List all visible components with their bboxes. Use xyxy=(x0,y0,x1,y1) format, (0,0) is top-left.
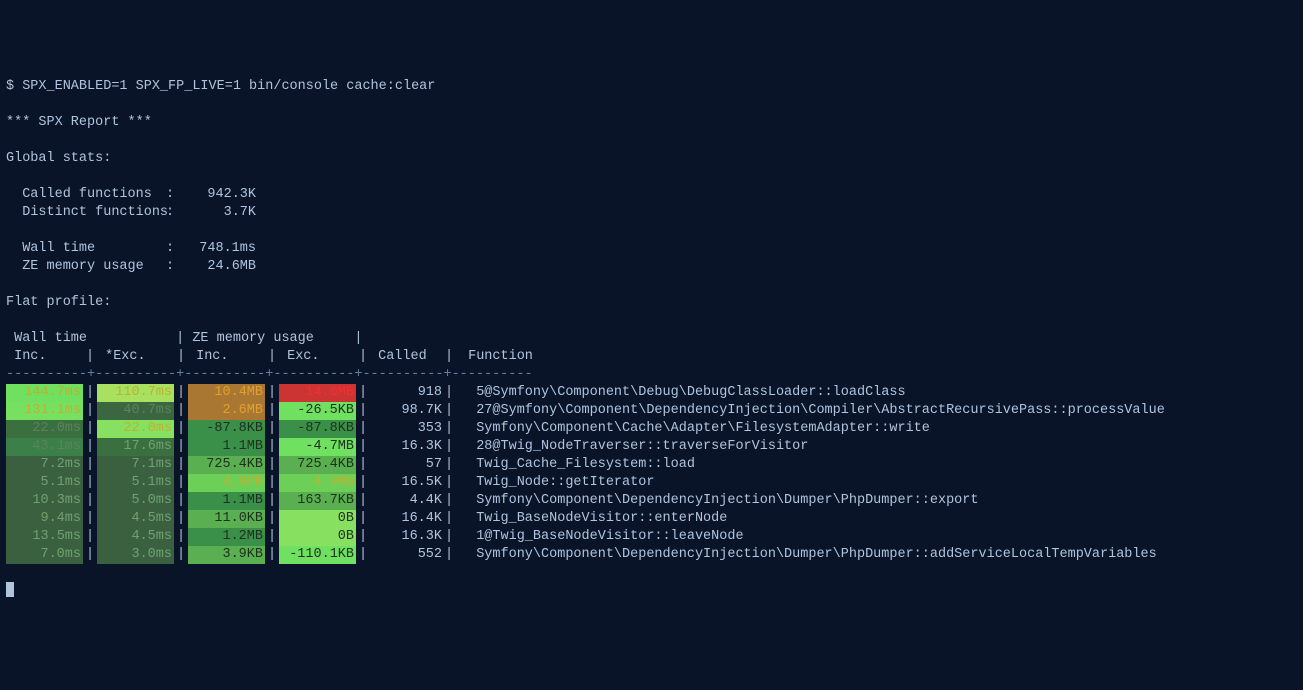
cell-called: 57 xyxy=(370,456,442,474)
cell-inc2: 725.4KB xyxy=(188,456,265,474)
cell-exc2: 4.9MB xyxy=(279,474,356,492)
header-group-row: Wall time | ZE memory usage | xyxy=(6,331,362,346)
report-title: *** SPX Report *** xyxy=(6,115,152,130)
cell-called: 552 xyxy=(370,546,442,564)
cell-exc2: -26.5KB xyxy=(279,402,356,420)
cell-inc2: 11.0KB xyxy=(188,510,265,528)
table-row: 22.0ms|22.0ms|-87.8KB|-87.8KB|353| Symfo… xyxy=(6,420,1297,438)
table-row: 7.0ms|3.0ms|3.9KB|-110.1KB|552| Symfony\… xyxy=(6,546,1297,564)
cell-exc2: 14.0MB xyxy=(279,384,356,402)
cell-function: Twig_BaseNodeVisitor::enterNode xyxy=(472,510,727,528)
cell-inc1: 9.4ms xyxy=(6,510,83,528)
cell-exc2: 163.7KB xyxy=(279,492,356,510)
cell-function: Symfony\Component\DependencyInjection\Du… xyxy=(472,492,978,510)
cell-inc1: 5.1ms xyxy=(6,474,83,492)
cell-function: 27@Symfony\Component\DependencyInjection… xyxy=(472,402,1165,420)
cell-exc1: 5.1ms xyxy=(97,474,174,492)
cell-called: 16.3K xyxy=(370,528,442,546)
cell-exc1: 110.7ms xyxy=(97,384,174,402)
cell-exc1: 40.7ms xyxy=(97,402,174,420)
cell-exc1: 3.0ms xyxy=(97,546,174,564)
cell-called: 16.4K xyxy=(370,510,442,528)
table-row: 13.5ms|4.5ms|1.2MB|0B|16.3K| 1@Twig_Base… xyxy=(6,528,1297,546)
global-stats-label: Global stats: xyxy=(6,151,111,166)
separator-row: ----------+----------+----------+-------… xyxy=(6,367,533,382)
cell-inc2: 1.1MB xyxy=(188,492,265,510)
table-row: 43.1ms|17.6ms|1.1MB|-4.7MB|16.3K| 28@Twi… xyxy=(6,438,1297,456)
cell-called: 918 xyxy=(370,384,442,402)
cell-function: Symfony\Component\Cache\Adapter\Filesyst… xyxy=(472,420,930,438)
ze-memory-value: 24.6MB xyxy=(186,258,256,276)
cell-exc1: 17.6ms xyxy=(97,438,174,456)
cursor xyxy=(6,582,14,597)
cell-exc1: 7.1ms xyxy=(97,456,174,474)
cell-inc2: 1.2MB xyxy=(188,528,265,546)
cell-inc2: 1.1MB xyxy=(188,438,265,456)
cell-function: 5@Symfony\Component\Debug\DebugClassLoad… xyxy=(472,384,905,402)
cell-inc1: 131.1ms xyxy=(6,402,83,420)
cell-called: 16.3K xyxy=(370,438,442,456)
cell-exc1: 4.5ms xyxy=(97,510,174,528)
cell-called: 98.7K xyxy=(370,402,442,420)
cell-exc2: -4.7MB xyxy=(279,438,356,456)
profile-rows: 144.7ms|110.7ms|10.4MB|14.0MB|918| 5@Sym… xyxy=(6,384,1297,564)
cell-inc2: 4.9MB xyxy=(188,474,265,492)
table-row: 131.1ms|40.7ms|2.6MB|-26.5KB|98.7K| 27@S… xyxy=(6,402,1297,420)
cell-function: 28@Twig_NodeTraverser::traverseForVisito… xyxy=(472,438,808,456)
distinct-functions-value: 3.7K xyxy=(186,204,256,222)
cell-exc1: 4.5ms xyxy=(97,528,174,546)
table-row: 5.1ms|5.1ms|4.9MB|4.9MB|16.5K| Twig_Node… xyxy=(6,474,1297,492)
cell-function: Twig_Cache_Filesystem::load xyxy=(472,456,695,474)
header-columns-row: Inc. | *Exc. | Inc. | Exc. | Called | Fu… xyxy=(6,349,533,364)
cell-inc2: 2.6MB xyxy=(188,402,265,420)
cell-exc1: 5.0ms xyxy=(97,492,174,510)
cell-inc1: 144.7ms xyxy=(6,384,83,402)
cell-exc2: 725.4KB xyxy=(279,456,356,474)
cell-called: 353 xyxy=(370,420,442,438)
command-line: $ SPX_ENABLED=1 SPX_FP_LIVE=1 bin/consol… xyxy=(6,79,435,94)
cell-called: 16.5K xyxy=(370,474,442,492)
table-row: 7.2ms|7.1ms|725.4KB|725.4KB|57| Twig_Cac… xyxy=(6,456,1297,474)
cell-function: 1@Twig_BaseNodeVisitor::leaveNode xyxy=(472,528,743,546)
cell-function: Twig_Node::getIterator xyxy=(472,474,654,492)
cell-exc1: 22.0ms xyxy=(97,420,174,438)
cell-called: 4.4K xyxy=(370,492,442,510)
wall-time-label: Wall time xyxy=(6,240,166,258)
table-row: 10.3ms|5.0ms|1.1MB|163.7KB|4.4K| Symfony… xyxy=(6,492,1297,510)
cell-exc2: 0B xyxy=(279,510,356,528)
cell-inc1: 10.3ms xyxy=(6,492,83,510)
cell-inc1: 13.5ms xyxy=(6,528,83,546)
flat-profile-label: Flat profile: xyxy=(6,295,111,310)
called-functions-value: 942.3K xyxy=(186,186,256,204)
cell-exc2: -87.8KB xyxy=(279,420,356,438)
cell-function: Symfony\Component\DependencyInjection\Du… xyxy=(472,546,1157,564)
table-row: 9.4ms|4.5ms|11.0KB|0B|16.4K| Twig_BaseNo… xyxy=(6,510,1297,528)
ze-memory-label: ZE memory usage xyxy=(6,258,166,276)
distinct-functions-label: Distinct functions xyxy=(6,204,166,222)
cell-inc1: 7.2ms xyxy=(6,456,83,474)
cell-inc1: 7.0ms xyxy=(6,546,83,564)
cell-exc2: 0B xyxy=(279,528,356,546)
cell-exc2: -110.1KB xyxy=(279,546,356,564)
cell-inc2: -87.8KB xyxy=(188,420,265,438)
called-functions-label: Called functions xyxy=(6,186,166,204)
table-row: 144.7ms|110.7ms|10.4MB|14.0MB|918| 5@Sym… xyxy=(6,384,1297,402)
cell-inc1: 43.1ms xyxy=(6,438,83,456)
terminal[interactable]: $ SPX_ENABLED=1 SPX_FP_LIVE=1 bin/consol… xyxy=(6,78,1297,600)
cell-inc1: 22.0ms xyxy=(6,420,83,438)
cell-inc2: 10.4MB xyxy=(188,384,265,402)
wall-time-value: 748.1ms xyxy=(186,240,256,258)
cell-inc2: 3.9KB xyxy=(188,546,265,564)
